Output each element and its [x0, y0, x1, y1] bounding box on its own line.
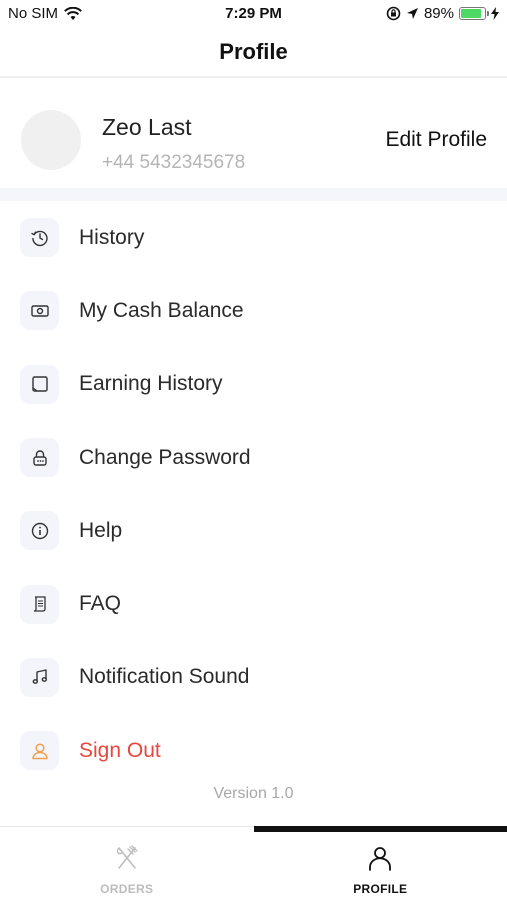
- menu-item-earning-history[interactable]: Earning History: [0, 348, 507, 421]
- fork-knife-icon: [116, 845, 138, 869]
- person-icon: [369, 847, 392, 871]
- menu-item-sign-out[interactable]: Sign Out: [0, 714, 507, 787]
- menu-item-help[interactable]: Help: [0, 494, 507, 567]
- menu-item-faq[interactable]: FAQ: [0, 567, 507, 640]
- menu-label-history: History: [79, 225, 145, 249]
- menu-item-cash-balance[interactable]: My Cash Balance: [0, 274, 507, 347]
- menu-label-faq: FAQ: [79, 592, 122, 616]
- profile-screen: No SIM 7:29 PM 89% Profile Zeo Last +44 …: [0, 0, 507, 900]
- menu-item-change-password[interactable]: Change Password: [0, 421, 507, 494]
- version-label: Version 1.0: [213, 785, 294, 802]
- cash-icon: [20, 291, 59, 331]
- status-right: 89%: [386, 5, 499, 22]
- menu-label-change-password: Change Password: [79, 445, 251, 469]
- edit-profile-button[interactable]: Edit Profile: [385, 128, 487, 152]
- menu-label-notification-sound: Notification Sound: [79, 665, 250, 689]
- location-arrow-icon: [406, 8, 418, 19]
- menu-label-earning-history: Earning History: [79, 372, 223, 396]
- tab-profile[interactable]: PROFILE: [253, 826, 507, 900]
- navigation-header: Profile: [0, 28, 507, 78]
- menu-label-help: Help: [79, 518, 123, 542]
- user-phone: +44 5432345678: [102, 152, 246, 173]
- battery-icon: [459, 7, 489, 20]
- tab-label-orders: ORDERS: [100, 882, 154, 896]
- tab-bar: ORDERS PROFILE: [0, 826, 507, 900]
- lock-icon: [20, 438, 59, 478]
- rotation-lock-icon: [386, 6, 401, 21]
- tab-orders[interactable]: ORDERS: [0, 827, 254, 900]
- avatar[interactable]: [21, 110, 81, 170]
- battery-percent: 89%: [423, 5, 454, 22]
- page-title: Profile: [219, 39, 288, 64]
- menu-label-sign-out: Sign Out: [79, 738, 161, 762]
- menu-item-history[interactable]: History: [0, 201, 507, 274]
- tab-label-profile: PROFILE: [353, 882, 408, 896]
- profile-menu: History My Cash Balance Earning History: [0, 201, 507, 787]
- battery-fill: [461, 9, 482, 18]
- earning-history-icon: [20, 364, 59, 404]
- scroll-icon: [20, 584, 59, 624]
- charging-bolt-icon: [491, 7, 499, 20]
- music-note-icon: [20, 657, 59, 697]
- profile-card: Zeo Last +44 5432345678 Edit Profile: [0, 80, 507, 188]
- menu-item-notification-sound[interactable]: Notification Sound: [0, 641, 507, 714]
- user-name: Zeo Last: [102, 114, 192, 140]
- history-icon: [20, 218, 59, 258]
- section-divider: [0, 188, 507, 201]
- tab-indicator: [0, 826, 254, 832]
- tab-indicator-active: [253, 826, 507, 832]
- menu-label-cash-balance: My Cash Balance: [79, 298, 244, 322]
- user-icon: [20, 731, 59, 771]
- info-icon: [20, 511, 59, 551]
- status-bar: No SIM 7:29 PM 89%: [0, 0, 507, 28]
